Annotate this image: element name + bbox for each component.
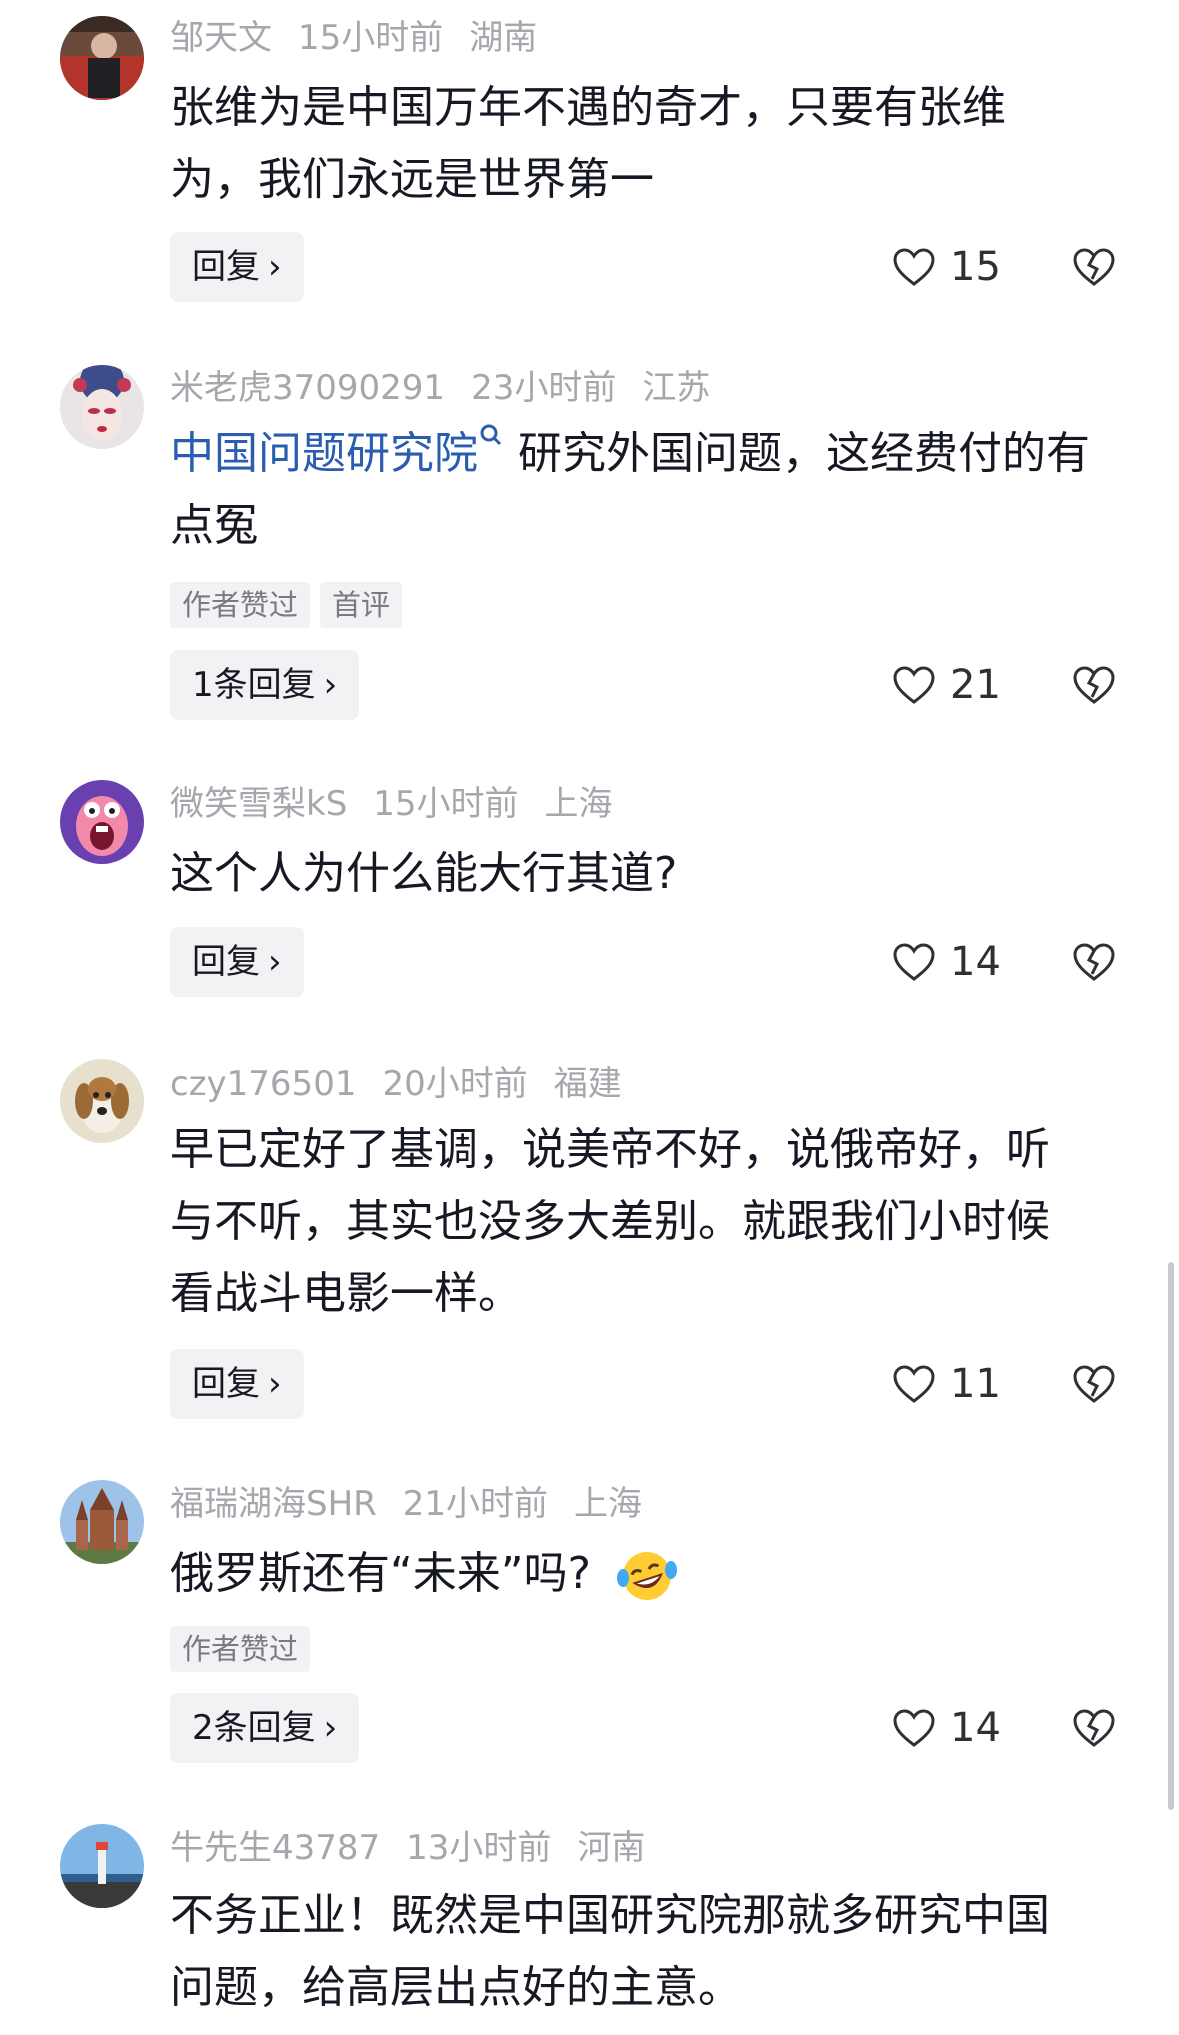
like-button[interactable]: 14: [892, 1693, 1001, 1763]
avatar-opera-mask-icon: [60, 365, 144, 449]
like-count: 14: [950, 1705, 1001, 1751]
user-avatar[interactable]: [60, 1059, 144, 1143]
tag-author-liked: 作者赞过: [170, 582, 311, 628]
chevron-right-icon: ›: [268, 1364, 282, 1404]
broken-heart-icon: [1073, 943, 1115, 981]
search-icon: [480, 424, 502, 446]
comment-text: 早已定好了基调，说美帝不好，说俄帝好，听与不听，其实也没多大差别。就跟我们小时候…: [170, 1124, 1050, 1319]
timestamp: 20小时前: [382, 1064, 528, 1104]
user-avatar[interactable]: [60, 16, 144, 100]
dislike-button[interactable]: [1072, 1349, 1116, 1419]
location: 福建: [553, 1064, 622, 1104]
timestamp: 15小时前: [298, 18, 444, 58]
timestamp: 15小时前: [373, 784, 519, 824]
comment-text: 不务正业！既然是中国研究院那就多研究中国问题，给高层出点好的主意。: [170, 1890, 1050, 2013]
comment-meta: 邹天文 15小时前 湖南: [170, 16, 563, 60]
avatar-photo-person-icon: [60, 16, 144, 100]
user-avatar[interactable]: [60, 780, 144, 864]
heart-icon: [893, 248, 935, 286]
avatar-cartoon-face-icon: [60, 780, 144, 864]
tag-author-liked: 作者赞过: [170, 1626, 311, 1672]
username[interactable]: 微笑雪梨kS: [170, 784, 347, 824]
reply-button[interactable]: 回复 ›: [170, 927, 304, 997]
tag-first-comment: 首评: [320, 582, 403, 628]
like-button[interactable]: 14: [892, 927, 1001, 997]
comment-tags: 作者赞过: [170, 1626, 320, 1672]
comment-meta: 微笑雪梨kS 15小时前 上海: [170, 782, 639, 826]
location: 湖南: [469, 18, 538, 58]
like-count: 14: [950, 939, 1001, 985]
location: 江苏: [642, 368, 711, 408]
chevron-right-icon: ›: [323, 1708, 338, 1748]
username[interactable]: 米老虎37090291: [170, 368, 445, 408]
timestamp: 21小时前: [402, 1484, 549, 1524]
user-avatar[interactable]: [60, 1824, 144, 1908]
like-count: 11: [950, 1361, 1001, 1407]
timestamp: 23小时前: [471, 368, 617, 408]
username[interactable]: 牛先生43787: [170, 1828, 380, 1868]
heart-icon: [893, 943, 935, 981]
reply-button[interactable]: 回复 ›: [170, 1349, 304, 1419]
avatar-cathedral-icon: [60, 1480, 144, 1564]
chevron-right-icon: ›: [268, 247, 282, 287]
comment-meta: 福瑞湖海SHR 21小时前 上海: [170, 1482, 668, 1526]
like-count: 15: [950, 244, 1001, 290]
username[interactable]: 福瑞湖海SHR: [170, 1484, 377, 1524]
broken-heart-icon: [1073, 1365, 1115, 1403]
heart-icon: [893, 666, 935, 704]
reply-label: 2条回复: [192, 1708, 316, 1748]
comment-meta: czy176501 20小时前 福建: [170, 1062, 648, 1106]
broken-heart-icon: [1073, 248, 1115, 286]
heart-icon: [893, 1365, 935, 1403]
reply-label: 1条回复: [192, 665, 316, 705]
username[interactable]: 邹天文: [170, 18, 272, 58]
timestamp: 13小时前: [406, 1828, 552, 1868]
reply-label: 回复: [192, 1364, 260, 1404]
reply-label: 回复: [192, 942, 260, 982]
location: 上海: [544, 784, 613, 824]
comment-text: 张维为是中国万年不遇的奇才，只要有张维为，我们永远是世界第一: [170, 82, 1006, 205]
like-button[interactable]: 15: [892, 232, 1001, 302]
avatar-lighthouse-icon: [60, 1824, 144, 1908]
dislike-button[interactable]: [1072, 1693, 1116, 1763]
comment-text-body: 俄罗斯还有“未来”吗?: [170, 1548, 591, 1599]
username[interactable]: czy176501: [170, 1064, 356, 1104]
like-button[interactable]: 11: [892, 1349, 1001, 1419]
reply-button[interactable]: 回复 ›: [170, 232, 304, 302]
chevron-right-icon: ›: [268, 942, 282, 982]
user-avatar[interactable]: [60, 365, 144, 449]
like-count: 21: [950, 662, 1001, 708]
broken-heart-icon: [1073, 666, 1115, 704]
reply-button[interactable]: 2条回复 ›: [170, 1693, 360, 1763]
comment-text: 中国问题研究院 研究外国问题，这经费付的有点冤: [170, 418, 1090, 562]
dislike-button[interactable]: [1072, 927, 1116, 997]
comment-meta: 牛先生43787 13小时前 河南: [170, 1826, 671, 1870]
reply-button[interactable]: 1条回复 ›: [170, 650, 360, 720]
scrollbar[interactable]: [1168, 1262, 1174, 1810]
reply-label: 回复: [192, 247, 260, 287]
comment-tags: 作者赞过 首评: [170, 582, 412, 628]
search-link[interactable]: 中国问题研究院: [170, 428, 478, 479]
location: 上海: [574, 1484, 643, 1524]
broken-heart-icon: [1073, 1709, 1115, 1747]
dislike-button[interactable]: [1072, 650, 1116, 720]
comment-text: 这个人为什么能大行其道?: [170, 848, 678, 899]
laughing-crying-emoji-icon: [616, 1552, 677, 1600]
like-button[interactable]: 21: [892, 650, 1001, 720]
comment-text: 俄罗斯还有“未来”吗?: [170, 1538, 1090, 1610]
chevron-right-icon: ›: [323, 665, 338, 705]
location: 河南: [577, 1828, 646, 1868]
dislike-button[interactable]: [1072, 232, 1116, 302]
heart-icon: [893, 1709, 935, 1747]
user-avatar[interactable]: [60, 1480, 144, 1564]
avatar-dog-icon: [60, 1059, 144, 1143]
comment-meta: 米老虎37090291 23小时前 江苏: [170, 366, 736, 410]
